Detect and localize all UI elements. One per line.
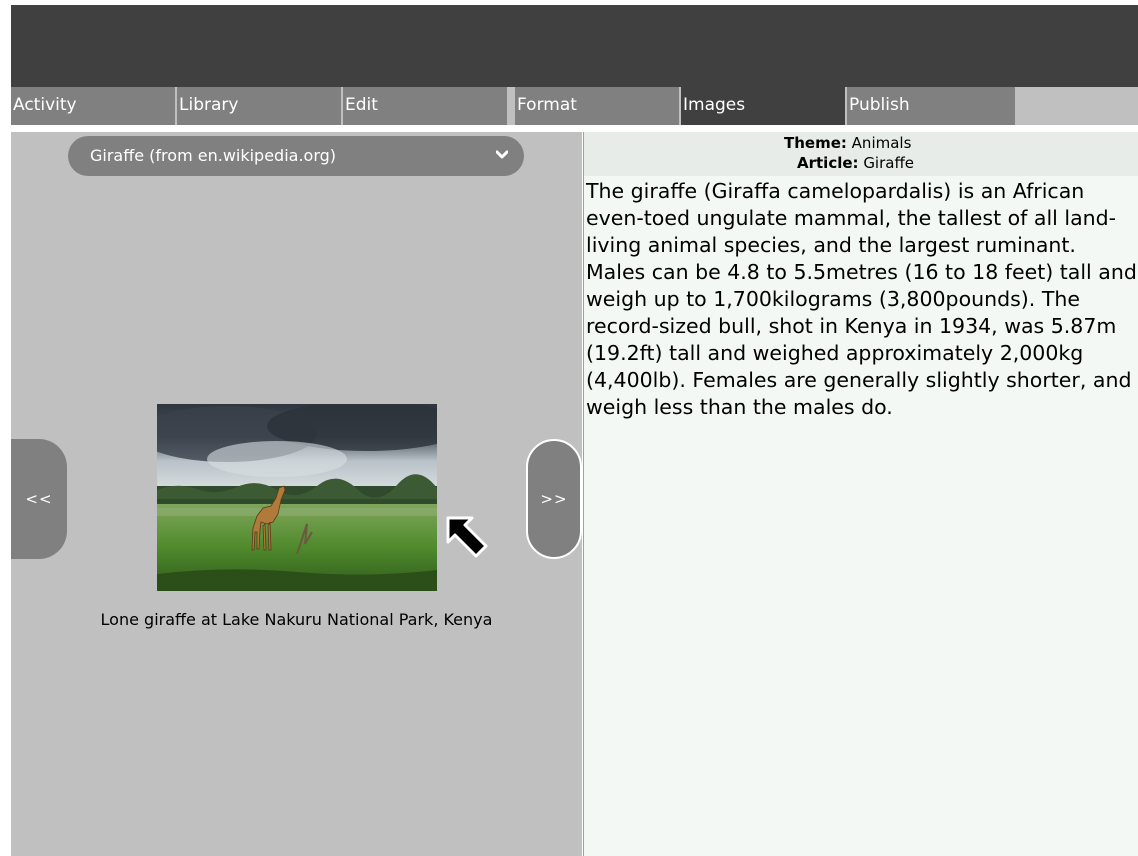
article-text[interactable]: The giraffe (Giraffa camelopardalis) is … xyxy=(586,178,1138,421)
theme-label: Theme: xyxy=(784,134,847,152)
toolbar xyxy=(11,5,1138,87)
image-caption: Lone giraffe at Lake Nakuru National Par… xyxy=(100,610,493,629)
source-select-value: Giraffe (from en.wikipedia.org) xyxy=(90,146,337,165)
article-line: Article: Giraffe xyxy=(797,154,914,172)
tab-library[interactable]: Library xyxy=(177,87,341,125)
tab-edit[interactable]: Edit xyxy=(343,87,507,125)
theme-value: Animals xyxy=(851,134,912,152)
tab-images[interactable]: Images xyxy=(681,87,845,125)
previous-image-button[interactable]: << xyxy=(11,439,67,559)
theme-line: Theme: Animals xyxy=(784,134,911,152)
tab-activity[interactable]: Activity xyxy=(11,87,175,125)
tab-bar: Activity Library Edit Format Images Publ… xyxy=(11,87,1138,125)
article-info-header: Theme: Animals Article: Giraffe xyxy=(584,132,1138,176)
next-image-button[interactable]: >> xyxy=(526,439,582,559)
giraffe-photo xyxy=(157,404,437,591)
source-select[interactable]: Giraffe (from en.wikipedia.org) xyxy=(68,136,524,176)
article-pane: Theme: Animals Article: Giraffe The gira… xyxy=(583,132,1138,856)
arrow-cursor-icon xyxy=(446,516,488,558)
article-value: Giraffe xyxy=(863,154,915,172)
image-pane: Giraffe (from en.wikipedia.org) << >> Lo… xyxy=(11,132,582,856)
tab-publish[interactable]: Publish xyxy=(847,87,1015,125)
chevron-down-icon xyxy=(496,150,508,159)
article-label: Article: xyxy=(797,154,859,172)
tab-format[interactable]: Format xyxy=(515,87,679,125)
